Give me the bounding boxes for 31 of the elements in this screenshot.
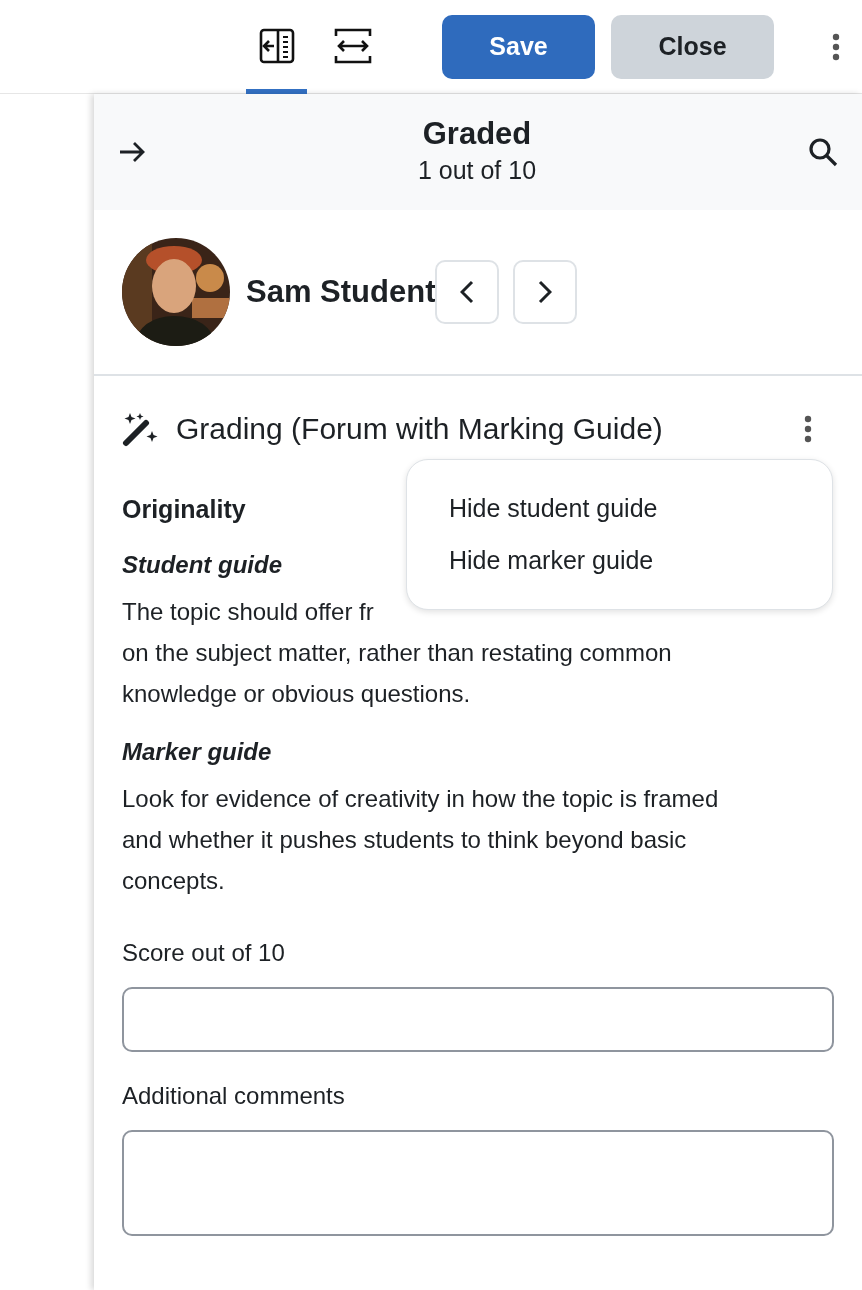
comments-field[interactable] [122,1129,834,1236]
menu-item[interactable]: Hide marker guide [407,534,832,587]
more-button[interactable] [832,32,840,61]
more-icon [804,414,812,443]
close-button[interactable]: Close [611,14,774,79]
more-icon [832,32,840,61]
fit-width-icon [333,28,372,64]
student-guide-heading: Student guide [122,549,282,580]
chevron-left-icon [460,280,475,304]
marker-guide-text: Look for evidence of creativity in how the topic is framed and whether it pushes students to think beyond basic concepts. [122,783,719,896]
arrow-right-icon [118,140,146,164]
grading-title: Grading (Forum with Marking Guide) [176,411,663,447]
menu-item[interactable]: Hide student guide [407,482,832,535]
student-name: Sam Student [246,272,436,311]
score-field[interactable] [122,986,834,1052]
panel-title: Graded [421,114,533,152]
search-icon [808,137,838,167]
collapse-button[interactable] [118,140,146,164]
chevron-right-icon [538,280,553,304]
collapse-panel-icon [258,28,295,64]
marker-guide-heading: Marker guide [122,736,272,767]
criterion-title: Originality [122,494,246,525]
comments-label: Additional comments [122,1080,346,1111]
score-label: Score out of 10 [122,937,286,968]
previous-button[interactable] [435,260,500,324]
student-guide-text: The topic should offer fr on the subject matter, rather than restating common knowledge or obvious questions. [122,596,672,709]
next-button[interactable] [513,260,578,324]
save-button[interactable]: Save [442,14,595,79]
panel-subtitle: 1 out of 10 [416,154,538,186]
search-button[interactable] [808,137,838,167]
more-button[interactable] [804,414,812,443]
